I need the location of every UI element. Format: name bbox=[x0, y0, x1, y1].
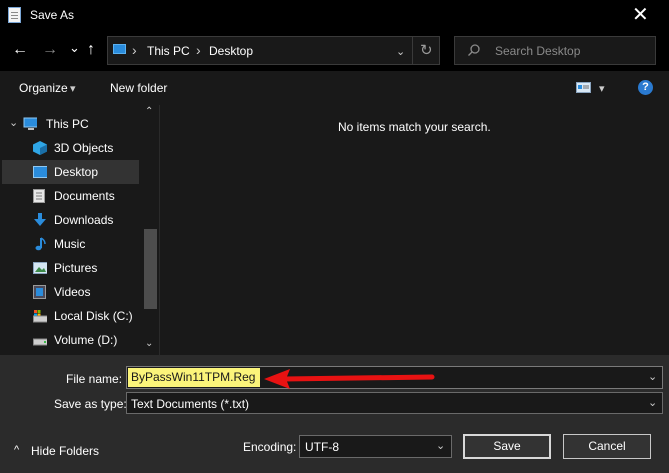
expand-chevron-icon[interactable]: ⌄ bbox=[9, 116, 18, 129]
back-arrow-icon[interactable]: ← bbox=[12, 41, 28, 59]
save-button[interactable]: Save bbox=[463, 434, 551, 459]
window-title: Save As bbox=[30, 8, 75, 22]
downloads-icon bbox=[34, 213, 46, 226]
divider bbox=[412, 36, 413, 65]
sidebar-item-music[interactable]: Music bbox=[2, 232, 139, 256]
file-list-area[interactable] bbox=[159, 105, 669, 355]
recent-locations-chevron-icon[interactable]: ⌄ bbox=[69, 40, 80, 56]
desktop-icon bbox=[33, 166, 47, 178]
videos-icon bbox=[33, 285, 46, 299]
close-icon[interactable]: ✕ bbox=[632, 5, 649, 25]
sidebar-item-local-disk[interactable]: Local Disk (C:) bbox=[2, 304, 139, 328]
sidebar-item-videos[interactable]: Videos bbox=[2, 280, 139, 304]
local-disk-icon bbox=[33, 310, 47, 323]
annotation-arrow-icon bbox=[264, 369, 435, 389]
sidebar-item-label: Desktop bbox=[54, 165, 99, 179]
search-placeholder[interactable]: Search Desktop bbox=[495, 44, 580, 58]
help-icon[interactable]: ? bbox=[638, 80, 653, 95]
sidebar-item-label: Music bbox=[54, 237, 86, 251]
view-chevron-icon[interactable]: ▾ bbox=[599, 82, 605, 95]
scrollbar-thumb[interactable] bbox=[144, 229, 157, 309]
breadcrumb-separator: › bbox=[196, 42, 201, 58]
this-pc-icon bbox=[113, 44, 126, 54]
sidebar-item-volume[interactable]: Volume (D:) bbox=[2, 328, 139, 352]
save-as-type-label: Save as type: bbox=[54, 397, 127, 411]
3d-objects-icon bbox=[33, 141, 47, 155]
sidebar-item-documents[interactable]: Documents bbox=[2, 184, 139, 208]
up-arrow-icon[interactable]: ↑ bbox=[87, 41, 95, 59]
view-options-icon[interactable] bbox=[576, 82, 591, 93]
save-as-type-chevron-icon[interactable]: ⌄ bbox=[648, 396, 657, 409]
documents-icon bbox=[33, 189, 45, 203]
breadcrumb-this-pc[interactable]: This PC bbox=[147, 44, 190, 58]
hide-folders-button[interactable]: Hide Folders bbox=[31, 444, 99, 458]
encoding-value[interactable]: UTF-8 bbox=[305, 440, 339, 454]
sidebar-item-label: Local Disk (C:) bbox=[54, 309, 133, 323]
sidebar-item-label: Pictures bbox=[54, 261, 98, 275]
encoding-chevron-icon[interactable]: ⌄ bbox=[436, 439, 445, 452]
volume-icon bbox=[33, 338, 47, 346]
sidebar-item-3d-objects[interactable]: 3D Objects bbox=[2, 136, 139, 160]
sidebar-item-label: 3D Objects bbox=[54, 141, 114, 155]
toolbar bbox=[0, 71, 669, 105]
scroll-up-icon[interactable]: ⌃ bbox=[145, 106, 153, 117]
hide-folders-chevron-icon[interactable]: ^ bbox=[14, 444, 19, 456]
this-pc-icon bbox=[23, 117, 37, 130]
new-folder-button[interactable]: New folder bbox=[110, 81, 167, 95]
empty-message: No items match your search. bbox=[338, 120, 491, 134]
refresh-icon[interactable]: ↻ bbox=[420, 41, 433, 59]
breadcrumb-desktop[interactable]: Desktop bbox=[209, 44, 253, 58]
search-icon bbox=[468, 44, 480, 56]
encoding-label: Encoding: bbox=[243, 440, 297, 454]
sidebar-item-downloads[interactable]: Downloads bbox=[2, 208, 139, 232]
file-name-label: File name: bbox=[66, 372, 123, 386]
organize-button[interactable]: Organize bbox=[19, 81, 68, 95]
sidebar-item-label: Volume (D:) bbox=[54, 333, 118, 347]
pictures-icon bbox=[33, 262, 47, 274]
cancel-button[interactable]: Cancel bbox=[563, 434, 651, 459]
breadcrumb-separator: › bbox=[132, 42, 137, 58]
forward-arrow-icon[interactable]: → bbox=[42, 41, 58, 59]
file-name-dropdown-chevron-icon[interactable]: ⌄ bbox=[648, 370, 657, 383]
title-bar bbox=[0, 0, 669, 31]
scroll-down-icon[interactable]: ⌄ bbox=[145, 338, 153, 349]
organize-chevron-icon[interactable]: ▾ bbox=[70, 82, 76, 95]
sidebar-item-pictures[interactable]: Pictures bbox=[2, 256, 139, 280]
sidebar-item-this-pc[interactable]: ⌄ This PC bbox=[2, 112, 139, 136]
music-icon bbox=[35, 237, 46, 251]
sidebar-item-label: Videos bbox=[54, 285, 91, 299]
sidebar-item-label: This PC bbox=[46, 117, 89, 131]
save-as-type-value[interactable]: Text Documents (*.txt) bbox=[131, 397, 249, 411]
address-dropdown-chevron-icon[interactable]: ⌄ bbox=[396, 45, 405, 58]
sidebar-item-desktop[interactable]: Desktop bbox=[2, 160, 139, 184]
sidebar-item-label: Documents bbox=[54, 189, 115, 203]
sidebar-item-label: Downloads bbox=[54, 213, 114, 227]
notepad-icon bbox=[8, 7, 21, 23]
file-name-value[interactable]: ByPassWin11TPM.Reg bbox=[131, 370, 255, 384]
